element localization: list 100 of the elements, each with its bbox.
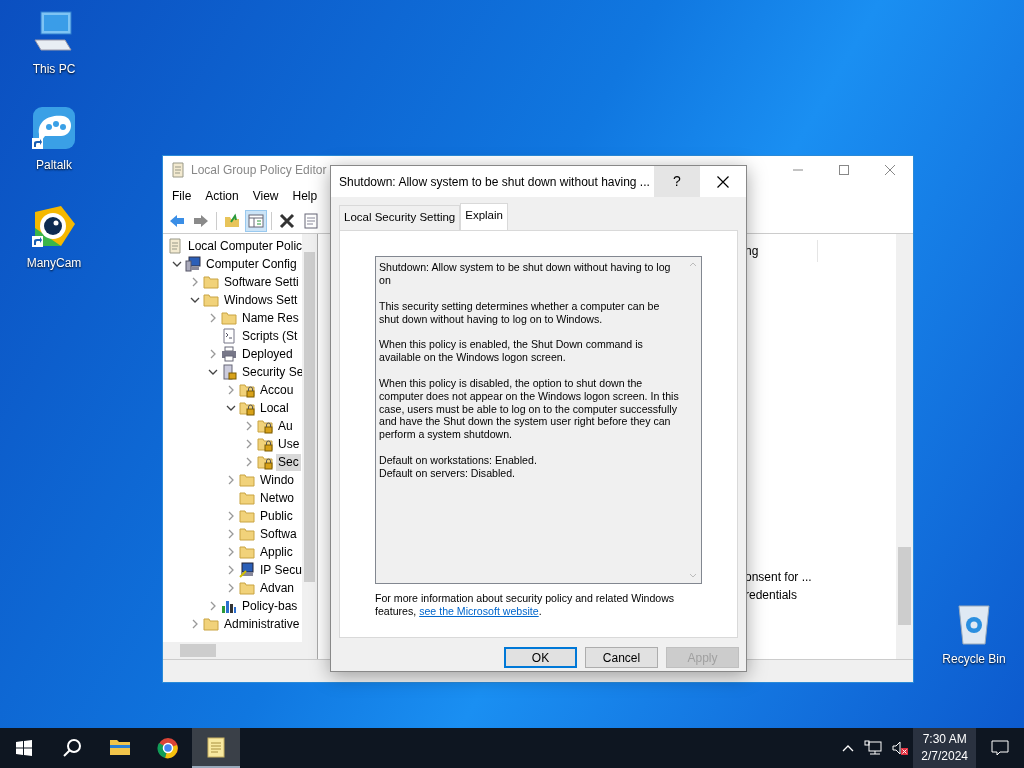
collapse-chevron-icon[interactable] bbox=[208, 367, 218, 377]
expand-chevron-icon[interactable] bbox=[244, 439, 254, 449]
scroll-icon bbox=[167, 238, 183, 254]
website-link[interactable]: see the Microsoft website bbox=[419, 605, 539, 618]
dialog-title: Shutdown: Allow system to be shut down without having ... bbox=[339, 173, 650, 191]
volume-muted-icon[interactable] bbox=[892, 740, 909, 756]
tree-item[interactable]: Accou bbox=[258, 381, 296, 399]
info-text: For more information about security policy and related Windows features, see the Microsoft website. bbox=[375, 592, 676, 619]
maximize-icon[interactable] bbox=[838, 164, 850, 176]
tree-item[interactable]: Windo bbox=[258, 471, 296, 489]
horizontal-scrollbar[interactable] bbox=[163, 642, 317, 659]
folder-icon bbox=[203, 292, 219, 308]
expand-chevron-icon[interactable] bbox=[208, 313, 218, 323]
tree-item[interactable]: Software Setti bbox=[222, 273, 301, 291]
computer-icon bbox=[185, 256, 201, 272]
expand-chevron-icon[interactable] bbox=[226, 547, 236, 557]
tree-item[interactable]: Sec bbox=[276, 453, 301, 471]
expand-chevron-icon[interactable] bbox=[226, 511, 236, 521]
icon-label[interactable]: Paltalk bbox=[36, 156, 72, 174]
expand-chevron-icon[interactable] bbox=[208, 349, 218, 359]
browser-icon[interactable] bbox=[157, 737, 179, 759]
tree-item[interactable]: Advan bbox=[258, 579, 297, 597]
expand-chevron-icon[interactable] bbox=[208, 601, 218, 611]
folder-icon bbox=[239, 508, 255, 524]
tree-item[interactable]: Name Res bbox=[240, 309, 301, 327]
clock[interactable]: 7:30 AM 2/7/2024 bbox=[913, 728, 976, 768]
folder-icon bbox=[239, 544, 255, 560]
vertical-scrollbar[interactable] bbox=[896, 234, 913, 659]
folder-icon bbox=[239, 526, 255, 542]
icon-label[interactable]: This PC bbox=[32, 60, 76, 78]
explain-paragraph: When this policy is disabled, the option to shut down the computer does not appear on the Windows logon screen. In this case, users must be able to log on to the computer successfully and have the Shut down the system user right before they can perform a system shutdown. bbox=[379, 377, 680, 441]
locked-folder-icon bbox=[257, 454, 273, 470]
delete-icon[interactable] bbox=[278, 211, 296, 230]
expand-chevron-icon[interactable] bbox=[190, 619, 200, 629]
notification-icon[interactable] bbox=[991, 739, 1009, 757]
search-icon[interactable] bbox=[63, 739, 81, 757]
close-icon bbox=[717, 175, 729, 188]
expand-chevron-icon[interactable] bbox=[226, 583, 236, 593]
expand-chevron-icon[interactable] bbox=[190, 277, 200, 287]
folder-icon bbox=[203, 616, 219, 632]
tree-item[interactable]: Applic bbox=[258, 543, 295, 561]
locked-folder-icon bbox=[257, 436, 273, 452]
locked-folder-icon bbox=[239, 382, 255, 398]
collapse-chevron-icon[interactable] bbox=[190, 295, 200, 305]
expand-chevron-icon[interactable] bbox=[226, 529, 236, 539]
properties-icon[interactable] bbox=[302, 211, 320, 230]
explain-paragraph: This security setting determines whether a computer can be shut down without having to log on to Windows. bbox=[379, 299, 661, 326]
expand-chevron-icon[interactable] bbox=[244, 421, 254, 431]
dialog-button[interactable]: OK bbox=[504, 647, 577, 669]
tree-item[interactable]: Public bbox=[258, 507, 295, 525]
expand-chevron-icon[interactable] bbox=[226, 385, 236, 395]
network-icon[interactable] bbox=[864, 740, 883, 756]
tab[interactable]: Local Security Setting bbox=[339, 205, 461, 231]
script-icon bbox=[221, 328, 237, 344]
tree-item[interactable]: Local bbox=[258, 399, 291, 417]
tree-item[interactable]: Policy-bas bbox=[240, 597, 300, 615]
tree-item[interactable]: Administrative bbox=[222, 615, 302, 633]
tree-item[interactable]: Au bbox=[276, 417, 295, 435]
folder-icon bbox=[239, 490, 255, 506]
notepad-icon[interactable] bbox=[205, 736, 227, 758]
menu-item[interactable]: Help bbox=[285, 187, 325, 205]
expand-chevron-icon[interactable] bbox=[244, 457, 254, 467]
locked-folder-icon bbox=[257, 418, 273, 434]
tree-item[interactable]: Softwa bbox=[258, 525, 299, 543]
start-icon[interactable] bbox=[16, 740, 32, 756]
tree-item[interactable]: Netwo bbox=[258, 489, 296, 507]
explain-paragraph: Default on workstations: Enabled. Default on servers: Disabled. bbox=[379, 454, 538, 480]
icon-label[interactable]: Recycle Bin bbox=[942, 650, 1006, 668]
close-icon[interactable] bbox=[884, 164, 896, 176]
explain-paragraph: Shutdown: Allow system to be shut down without having to log on bbox=[379, 261, 672, 287]
bar-chart-icon bbox=[221, 598, 237, 614]
tree-item[interactable]: Use bbox=[276, 435, 302, 453]
printer-icon bbox=[221, 346, 237, 362]
folder-icon bbox=[203, 274, 219, 290]
tree-item[interactable]: IP Secu bbox=[258, 561, 304, 579]
menu-item[interactable]: Action bbox=[198, 187, 246, 205]
collapse-chevron-icon[interactable] bbox=[172, 259, 182, 269]
expand-chevron-icon[interactable] bbox=[226, 475, 236, 485]
icon-label[interactable]: ManyCam bbox=[26, 254, 82, 272]
locked-folder-icon bbox=[239, 400, 255, 416]
tree-item[interactable]: Security Se bbox=[240, 363, 306, 381]
tree-item[interactable]: Computer Config bbox=[204, 255, 299, 273]
tree-item[interactable]: Windows Sett bbox=[222, 291, 300, 309]
expand-chevron-icon[interactable] bbox=[226, 565, 236, 575]
tree-item[interactable]: Scripts (St bbox=[240, 327, 300, 345]
dialog-button[interactable]: Cancel bbox=[585, 647, 658, 669]
help-button[interactable]: ? bbox=[654, 166, 700, 197]
tree-pane-icon[interactable] bbox=[247, 211, 265, 230]
eye-icon[interactable] bbox=[31, 204, 77, 250]
vertical-scrollbar[interactable] bbox=[302, 234, 317, 642]
chat-bubble-icon[interactable] bbox=[31, 106, 77, 152]
window-title: Local Group Policy Editor bbox=[191, 162, 327, 179]
policy-row-text[interactable]: redentials bbox=[745, 586, 798, 604]
chevron-up-icon[interactable] bbox=[842, 743, 855, 753]
menu-item[interactable]: View bbox=[245, 187, 286, 205]
tab[interactable]: Explain bbox=[460, 203, 508, 231]
tree-item[interactable]: Local Computer Polic bbox=[186, 237, 305, 255]
tree-item[interactable]: Deployed bbox=[240, 345, 295, 363]
collapse-chevron-icon[interactable] bbox=[226, 403, 236, 413]
menu-item[interactable]: File bbox=[165, 187, 199, 205]
